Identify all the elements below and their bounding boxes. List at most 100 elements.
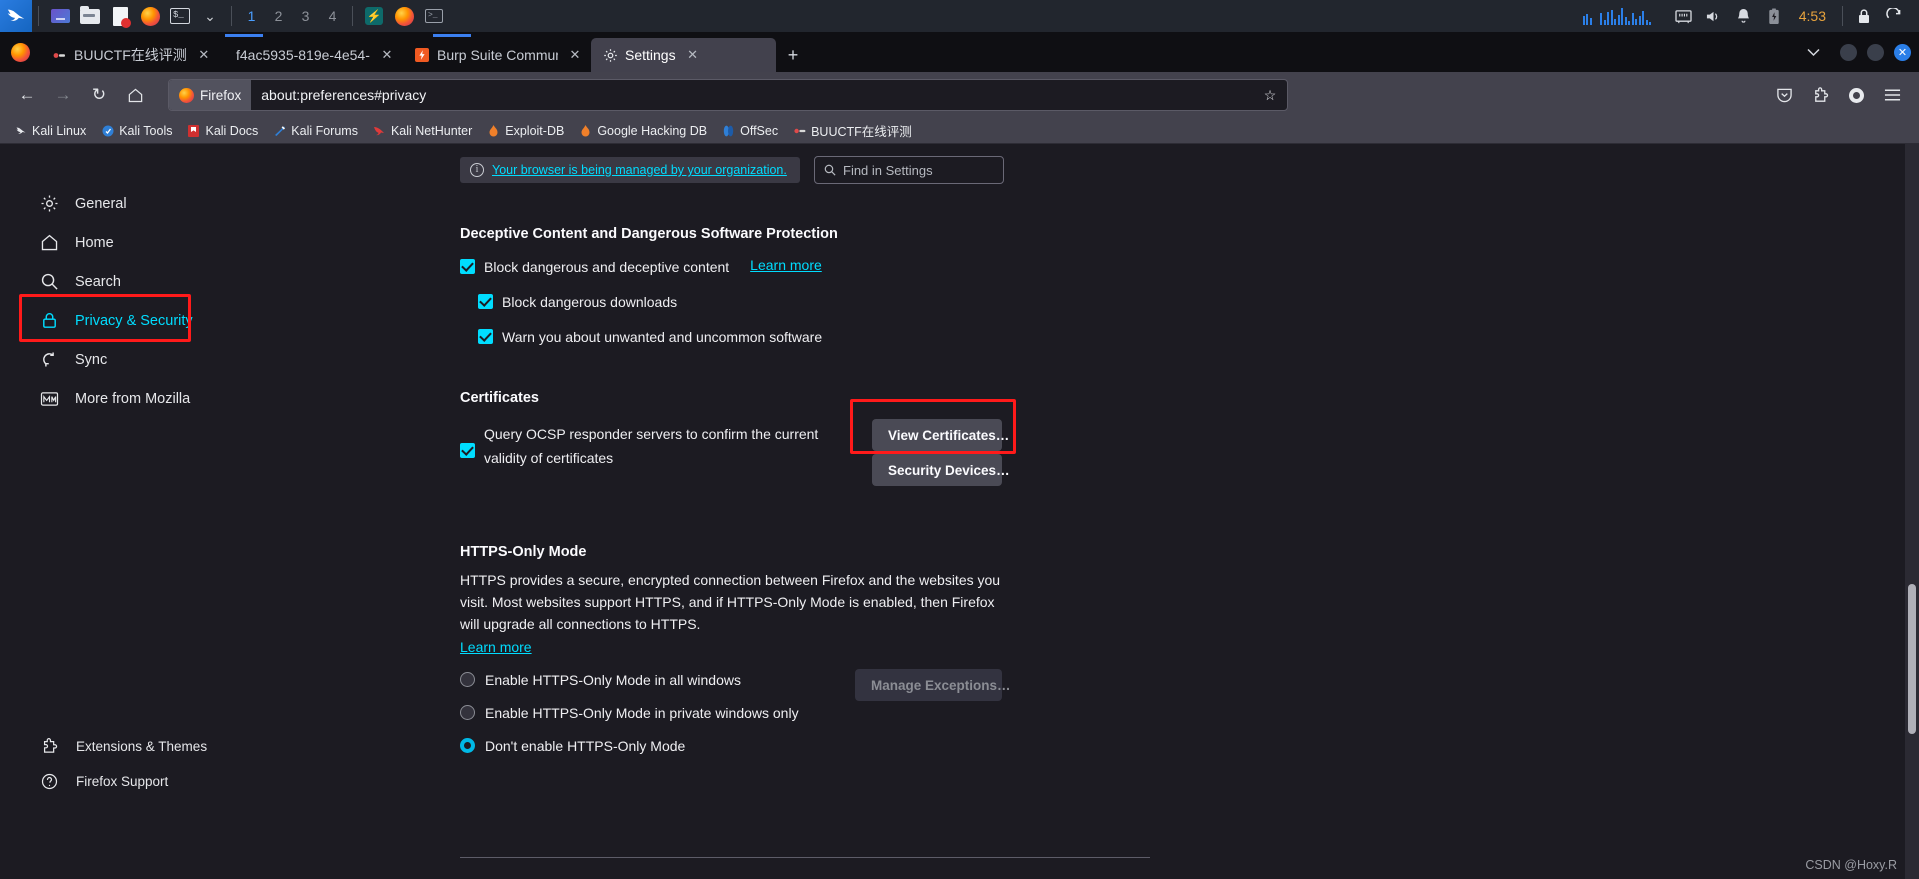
window-maximize-button[interactable] (1867, 43, 1884, 61)
back-button[interactable]: ← (10, 78, 44, 112)
manage-exceptions-button[interactable]: Manage Exceptions… (855, 669, 1011, 701)
tab-close-button[interactable]: ✕ (377, 45, 397, 65)
view-certificates-button[interactable]: View Certificates… (872, 419, 1009, 451)
ocsp-checkbox[interactable] (460, 443, 475, 458)
firefox-icon[interactable] (135, 0, 165, 32)
identity-chip-label: Firefox (200, 87, 242, 103)
block-dangerous-downloads-label: Block dangerous downloads (502, 294, 678, 310)
url-bar[interactable]: Firefox about:preferences#privacy ☆ (168, 79, 1288, 111)
scrollbar-thumb[interactable] (1908, 584, 1916, 734)
sidebar-item-more-from-mozilla[interactable]: More from Mozilla (0, 379, 240, 418)
https-only-learn-more-link[interactable]: Learn more (460, 639, 532, 655)
bookmark-buuctf[interactable]: BUUCTF在线评测 (787, 119, 918, 142)
files-icon[interactable] (45, 0, 75, 32)
managed-notice-link[interactable]: Your browser is being managed by your or… (492, 163, 787, 177)
https-private-windows-row[interactable]: Enable HTTPS-Only Mode in private window… (460, 700, 1020, 725)
account-icon[interactable] (1839, 78, 1873, 112)
bookmark-kali-tools[interactable]: Kali Tools (95, 122, 178, 140)
gear-icon (40, 194, 59, 213)
warn-unwanted-software-row[interactable]: Warn you about unwanted and uncommon sof… (478, 327, 1919, 347)
bookmark-kali-docs[interactable]: Kali Docs (181, 122, 264, 140)
search-input[interactable]: Find in Settings (814, 156, 1004, 184)
block-dangerous-downloads-row[interactable]: Block dangerous downloads (478, 292, 1919, 312)
firefox-window-icon[interactable] (389, 0, 419, 32)
tab-close-button[interactable]: ✕ (683, 45, 703, 65)
https-disabled-row[interactable]: Don't enable HTTPS-Only Mode (460, 733, 1020, 758)
sidebar-item-label: Firefox Support (76, 774, 169, 789)
battery-charging-icon[interactable] (1759, 0, 1789, 32)
security-devices-button[interactable]: Security Devices… (872, 454, 1010, 486)
deceptive-learn-more-link[interactable]: Learn more (750, 257, 822, 273)
block-dangerous-content-checkbox[interactable] (460, 259, 475, 274)
sidebar-item-general[interactable]: General (0, 184, 240, 223)
bookmark-label: Kali Forums (291, 123, 358, 138)
sidebar-item-firefox-support[interactable]: Firefox Support (0, 764, 240, 799)
chevron-down-icon[interactable]: ⌄ (195, 0, 225, 32)
https-private-windows-radio[interactable] (460, 705, 475, 720)
terminal-icon[interactable]: $_ (165, 0, 195, 32)
tab-close-button[interactable]: ✕ (194, 45, 214, 65)
lock-icon[interactable] (1849, 0, 1879, 32)
workspace-switcher[interactable]: 1 2 3 4 (238, 0, 346, 32)
ocsp-row[interactable]: Query OCSP responder servers to confirm … (460, 422, 830, 470)
window-close-button[interactable]: ✕ (1894, 43, 1911, 61)
info-icon: i (470, 163, 484, 177)
tab-close-button[interactable]: ✕ (565, 45, 585, 65)
browser-tab-buuctf[interactable]: BUUCTF在线评测 ✕ (40, 38, 225, 72)
bookmark-google-hacking-db[interactable]: Google Hacking DB (573, 122, 713, 140)
new-tab-button[interactable]: + (776, 38, 810, 72)
sidebar-item-sync[interactable]: Sync (0, 340, 240, 379)
bookmark-offsec[interactable]: OffSec (716, 122, 784, 140)
bookmark-label: Kali Tools (119, 123, 173, 138)
bell-icon[interactable] (1729, 0, 1759, 32)
workspace-3[interactable]: 3 (292, 0, 319, 32)
url-input[interactable]: about:preferences#privacy (251, 87, 1257, 103)
browser-tab-settings[interactable]: Settings ✕ (591, 38, 776, 72)
bookmark-star-icon[interactable]: ☆ (1257, 87, 1283, 104)
folder-icon[interactable] (75, 0, 105, 32)
reload-button[interactable]: ↻ (82, 78, 116, 112)
clock[interactable]: 4:53 (1789, 8, 1836, 24)
bookmark-kali-nethunter[interactable]: Kali NetHunter (367, 122, 478, 140)
burp-window-icon[interactable]: ⚡ (359, 0, 389, 32)
bookmark-label: Kali Docs (205, 123, 259, 138)
extensions-icon[interactable] (1803, 78, 1837, 112)
browser-tab-uuid[interactable]: f4ac5935-819e-4e54-9f2f-8 ✕ (225, 34, 403, 72)
sidebar-item-extensions-themes[interactable]: Extensions & Themes (0, 729, 240, 764)
workspace-2[interactable]: 2 (265, 0, 292, 32)
bookmark-kali-forums[interactable]: Kali Forums (267, 122, 364, 140)
sidebar-item-label: Search (75, 273, 121, 290)
document-icon[interactable] (105, 0, 135, 32)
settings-top-row: i Your browser is being managed by your … (460, 156, 1919, 184)
navigation-toolbar: ← → ↻ Firefox about:preferences#privacy … (0, 72, 1919, 118)
terminal-window-icon[interactable]: >_ (419, 0, 449, 32)
save-to-pocket-icon[interactable] (1767, 78, 1801, 112)
speaker-icon[interactable] (1699, 0, 1729, 32)
sidebar-item-home[interactable]: Home (0, 223, 240, 262)
sidebar-item-privacy-security[interactable]: Privacy & Security (0, 301, 240, 340)
window-minimize-button[interactable] (1840, 43, 1857, 61)
workspace-4[interactable]: 4 (319, 0, 346, 32)
warn-unwanted-software-checkbox[interactable] (478, 329, 493, 344)
page-scrollbar[interactable] (1905, 144, 1919, 879)
forward-button[interactable]: → (46, 78, 80, 112)
hamburger-menu-icon[interactable] (1875, 78, 1909, 112)
bookmark-exploit-db[interactable]: Exploit-DB (481, 122, 570, 140)
kali-docs-icon (187, 124, 200, 137)
https-all-windows-radio[interactable] (460, 672, 475, 687)
home-button[interactable] (118, 78, 152, 112)
list-all-tabs-button[interactable] (1796, 35, 1830, 69)
block-dangerous-content-row[interactable]: Block dangerous and deceptive content Le… (460, 257, 1919, 277)
power-icon[interactable] (1879, 0, 1909, 32)
identity-chip[interactable]: Firefox (169, 80, 252, 110)
block-dangerous-downloads-checkbox[interactable] (478, 294, 493, 309)
ethernet-icon[interactable] (1669, 0, 1699, 32)
workspace-1[interactable]: 1 (238, 0, 265, 32)
tabstrip-right-controls: ✕ (1796, 32, 1919, 72)
kali-dragon-icon[interactable] (0, 0, 32, 32)
browser-tab-burp[interactable]: Burp Suite Community Ed ✕ (403, 34, 591, 72)
panel-divider (352, 6, 353, 26)
bookmark-kali-linux[interactable]: Kali Linux (8, 122, 92, 140)
sidebar-item-search[interactable]: Search (0, 262, 240, 301)
https-disabled-radio[interactable] (460, 738, 475, 753)
